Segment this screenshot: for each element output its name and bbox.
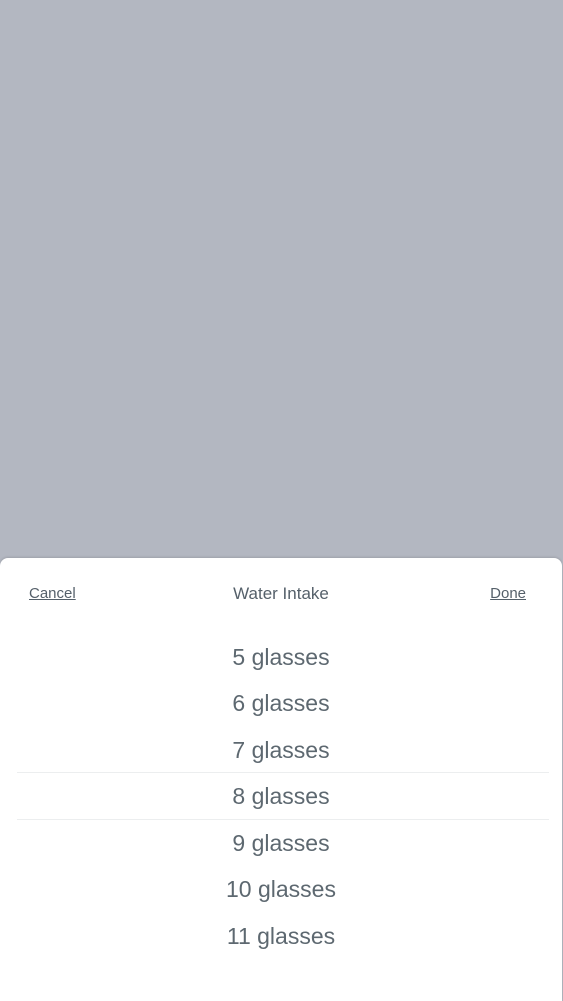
picker-option[interactable]: 11 glasses [0, 913, 562, 959]
glasses-picker-wheel[interactable]: 5 glasses 6 glasses 7 glasses 8 glasses … [0, 634, 562, 959]
picker-sheet: Cancel Water Intake Done 5 glasses 6 gla… [0, 558, 562, 1001]
picker-toolbar: Cancel Water Intake Done [0, 558, 562, 630]
picker-option[interactable]: 6 glasses [0, 680, 562, 726]
picker-option[interactable]: 5 glasses [0, 634, 562, 680]
done-button[interactable]: Done [490, 585, 526, 602]
picker-option[interactable]: 10 glasses [0, 866, 562, 912]
picker-title: Water Intake [233, 584, 329, 603]
picker-option[interactable]: 7 glasses [0, 727, 562, 773]
picker-option-selected[interactable]: 8 glasses [0, 773, 562, 819]
picker-option[interactable]: 9 glasses [0, 820, 562, 866]
